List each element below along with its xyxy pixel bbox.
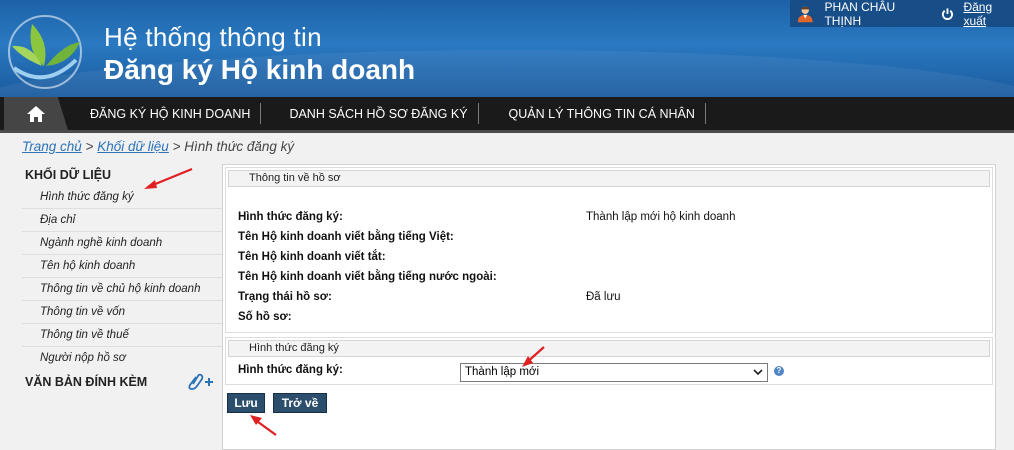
nav-danh-sach-ho-so[interactable]: DANH SÁCH HỒ SƠ ĐĂNG KÝ [261, 97, 477, 130]
info-row: Tên Hộ kinh doanh viết bằng tiếng nước n… [238, 271, 497, 283]
main-panel: Thông tin về hồ sơ Hình thức đăng ký: Th… [222, 164, 996, 450]
breadcrumb-section-link[interactable]: Khối dữ liệu [97, 139, 169, 154]
info-label: Số hồ sơ: [238, 311, 292, 323]
attachments-heading: VĂN BẢN ĐÍNH KÈM [22, 370, 222, 394]
nav-dang-ky-ho-kinh-doanh[interactable]: ĐĂNG KÝ HỘ KINH DOANH [80, 97, 260, 130]
attach-add-icon[interactable] [186, 373, 216, 391]
attachments-heading-label: VĂN BẢN ĐÍNH KÈM [25, 375, 148, 389]
info-row: Trạng thái hồ sơ: [238, 291, 332, 303]
info-value: Đã lưu [586, 291, 621, 303]
power-icon[interactable] [941, 7, 954, 21]
chevron-down-icon [753, 369, 763, 376]
info-row: Hình thức đăng ký: [238, 211, 343, 223]
registration-type-select[interactable]: Thành lập mới [460, 363, 768, 382]
logout-link[interactable]: Đăng xuất [963, 0, 1014, 28]
sidebar-item-von[interactable]: Thông tin về vốn [22, 301, 222, 324]
info-box-title: Thông tin về hồ sơ [228, 170, 990, 187]
sidebar-item-hinh-thuc-dang-ky[interactable]: Hình thức đăng ký [22, 186, 222, 209]
info-label: Hình thức đăng ký: [238, 211, 343, 223]
form-label: Hình thức đăng ký: [238, 364, 343, 376]
form-box: Hình thức đăng ký Hình thức đăng ký: Thà… [225, 337, 993, 385]
sidebar-item-chu-ho[interactable]: Thông tin về chủ hộ kinh doanh [22, 278, 222, 301]
sidebar-item-thue[interactable]: Thông tin về thuế [22, 324, 222, 347]
sidebar: KHỐI DỮ LIỆU Hình thức đăng ký Địa chỉ N… [22, 164, 222, 394]
info-row: Tên Hộ kinh doanh viết bằng tiếng Việt: [238, 231, 454, 243]
info-row: Tên Hộ kinh doanh viết tắt: [238, 251, 386, 263]
system-title-line2: Đăng ký Hộ kinh doanh [104, 54, 416, 85]
help-icon[interactable]: ? [774, 366, 784, 376]
info-label: Tên Hộ kinh doanh viết tắt: [238, 251, 386, 263]
info-label: Tên Hộ kinh doanh viết bằng tiếng nước n… [238, 271, 497, 283]
sidebar-item-ten-ho-kinh-doanh[interactable]: Tên hộ kinh doanh [22, 255, 222, 278]
logo-icon [8, 15, 82, 89]
user-name: PHAN CHÂU THỊNH [824, 0, 896, 28]
breadcrumb-separator: > [85, 139, 94, 154]
user-bar: PHAN CHÂU THỊNH Đăng xuất [790, 0, 1014, 28]
sidebar-heading: KHỐI DỮ LIỆU [25, 168, 112, 182]
info-row: Số hồ sơ: [238, 311, 292, 323]
nav-separator [704, 103, 706, 124]
save-button[interactable]: Lưu [227, 393, 265, 413]
back-button[interactable]: Trở về [273, 393, 327, 413]
main-nav: ĐĂNG KÝ HỘ KINH DOANH DANH SÁCH HỒ SƠ ĐĂ… [0, 97, 1014, 133]
breadcrumb-separator: > [172, 139, 181, 154]
form-row: Hình thức đăng ký: [238, 364, 343, 376]
breadcrumb-current: Hình thức đăng ký [184, 139, 295, 154]
form-box-title: Hình thức đăng ký [228, 340, 990, 357]
sidebar-item-dia-chi[interactable]: Địa chỉ [22, 209, 222, 232]
select-value: Thành lập mới [465, 366, 540, 378]
breadcrumb: Trang chủ > Khối dữ liệu > Hình thức đăn… [22, 139, 294, 154]
user-icon [797, 6, 813, 22]
system-title-line1: Hệ thống thông tin [104, 22, 322, 52]
nav-quan-ly-thong-tin[interactable]: QUẢN LÝ THÔNG TIN CÁ NHÂN [479, 97, 705, 130]
info-value: Thành lập mới hộ kinh doanh [586, 211, 736, 223]
sidebar-item-nganh-nghe[interactable]: Ngành nghề kinh doanh [22, 232, 222, 255]
header-banner: Hệ thống thông tin Đăng ký Hộ kinh doanh… [0, 0, 1014, 97]
sidebar-item-nguoi-nop[interactable]: Người nộp hồ sơ [22, 347, 222, 370]
home-icon [27, 105, 45, 122]
breadcrumb-home-link[interactable]: Trang chủ [22, 139, 82, 154]
page: Hệ thống thông tin Đăng ký Hộ kinh doanh… [0, 0, 1014, 450]
info-label: Tên Hộ kinh doanh viết bằng tiếng Việt: [238, 231, 454, 243]
home-button[interactable] [4, 97, 68, 130]
info-label: Trạng thái hồ sơ: [238, 291, 332, 303]
info-box: Thông tin về hồ sơ Hình thức đăng ký: Th… [225, 167, 993, 333]
